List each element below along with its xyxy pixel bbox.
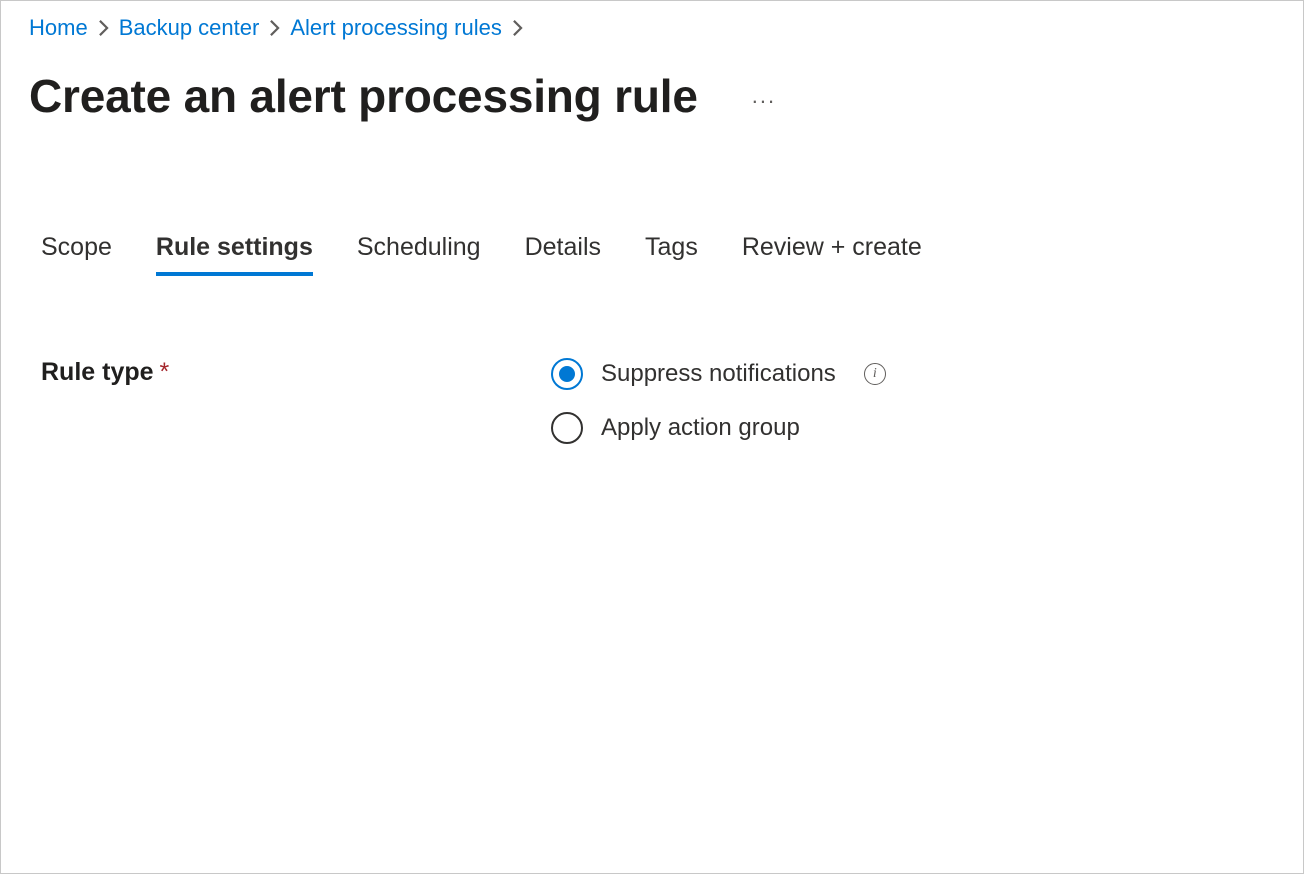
radio-label: Suppress notifications	[601, 360, 836, 388]
info-icon[interactable]: i	[864, 363, 886, 385]
tab-details[interactable]: Details	[525, 233, 601, 276]
tabs: Scope Rule settings Scheduling Details T…	[41, 233, 1275, 276]
tab-tags[interactable]: Tags	[645, 233, 698, 276]
required-indicator: *	[160, 358, 170, 387]
radio-icon	[551, 412, 583, 444]
tab-scheduling[interactable]: Scheduling	[357, 233, 481, 276]
radio-option-suppress-notifications[interactable]: Suppress notifications i	[551, 358, 886, 390]
breadcrumb: Home Backup center Alert processing rule…	[29, 15, 1275, 41]
radio-label: Apply action group	[601, 414, 800, 442]
more-actions-button[interactable]: ...	[746, 79, 782, 113]
radio-dot-icon	[559, 366, 575, 382]
chevron-right-icon	[98, 19, 109, 37]
field-rule-type: Rule type * Suppress notifications i App…	[41, 358, 1275, 444]
breadcrumb-link-alert-processing-rules[interactable]: Alert processing rules	[290, 15, 502, 41]
page-title: Create an alert processing rule	[29, 69, 698, 123]
radio-icon	[551, 358, 583, 390]
tab-rule-settings[interactable]: Rule settings	[156, 233, 313, 276]
chevron-right-icon	[269, 19, 280, 37]
tab-review-create[interactable]: Review + create	[742, 233, 922, 276]
tab-scope[interactable]: Scope	[41, 233, 112, 276]
breadcrumb-link-backup-center[interactable]: Backup center	[119, 15, 260, 41]
chevron-right-icon	[512, 19, 523, 37]
breadcrumb-link-home[interactable]: Home	[29, 15, 88, 41]
radio-group-rule-type: Suppress notifications i Apply action gr…	[551, 358, 886, 444]
field-label-rule-type: Rule type	[41, 358, 154, 387]
radio-option-apply-action-group[interactable]: Apply action group	[551, 412, 886, 444]
